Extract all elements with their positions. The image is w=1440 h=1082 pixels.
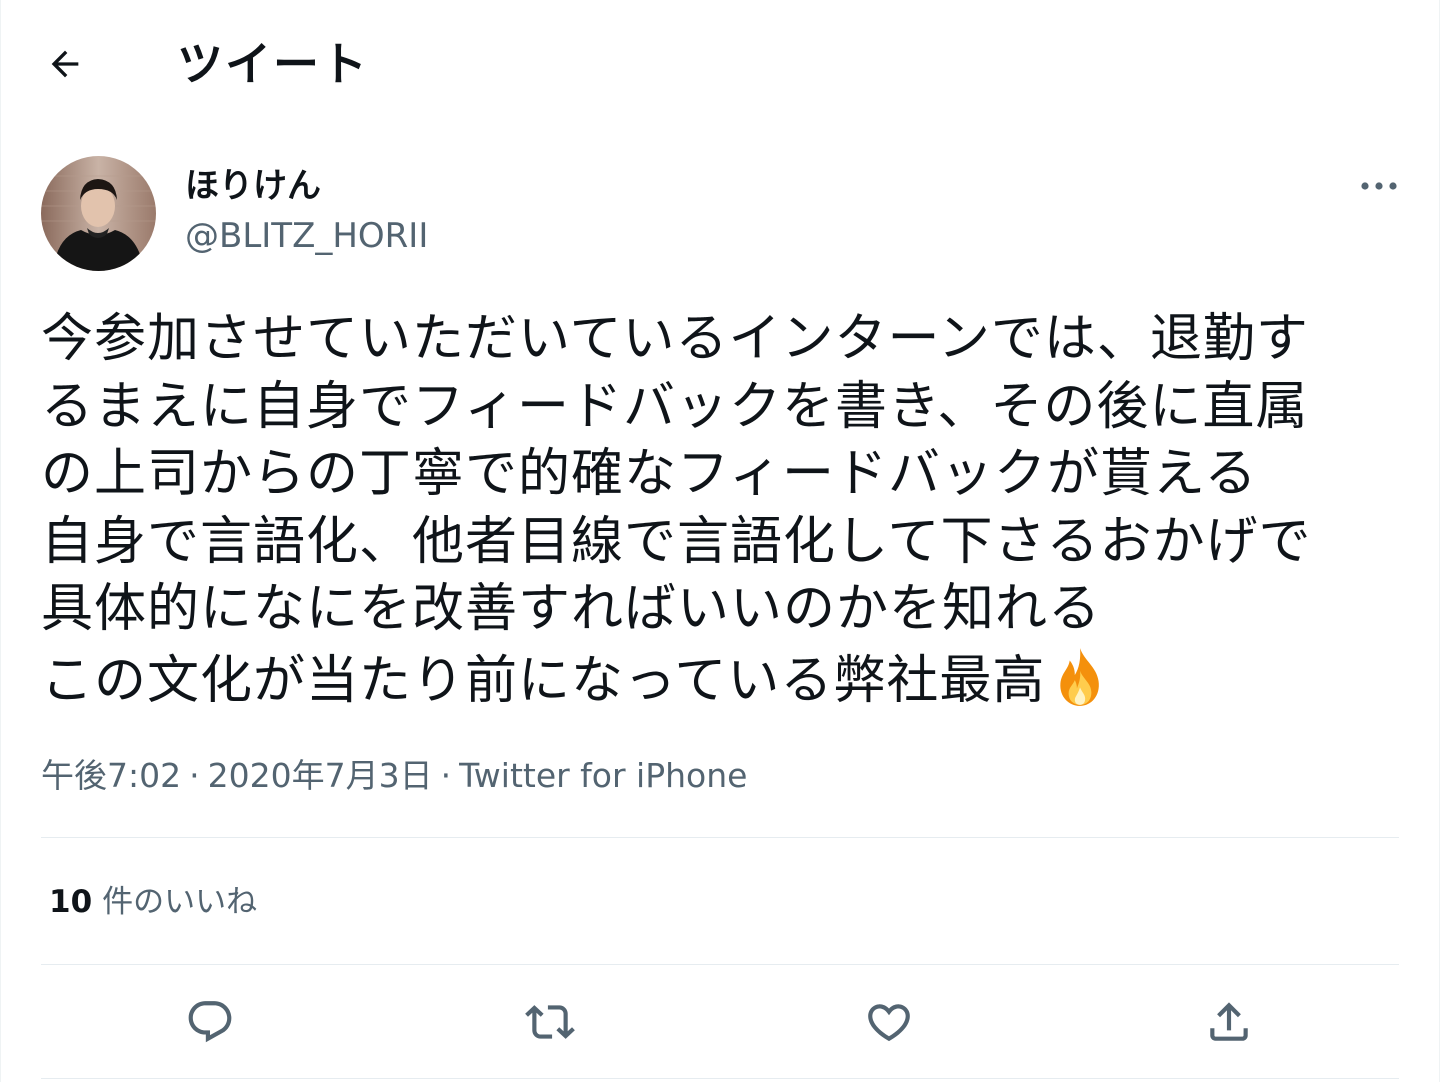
divider: [41, 837, 1399, 838]
like-button[interactable]: [857, 990, 921, 1054]
tweet-line: 今参加させていただいているインターンでは、退勤す: [41, 309, 1309, 369]
share-button[interactable]: [1197, 990, 1261, 1054]
display-name[interactable]: ほりけん: [185, 164, 321, 208]
tweet-time[interactable]: 午後7:02: [41, 756, 181, 795]
meta-separator: ·: [189, 756, 200, 795]
page-header: ツイート: [1, 0, 1440, 130]
tweet-line: の上司からの丁寧で的確なフィードバックが貰える: [41, 444, 1258, 504]
tweet-line: 自身で言語化、他者目線で言語化して下さるおかげで: [41, 511, 1312, 572]
tweet-line-text: この文化が当たり前になっている弊社最高: [41, 650, 1046, 711]
back-button[interactable]: [39, 40, 91, 88]
more-options-button[interactable]: [1357, 168, 1401, 204]
tweet-source[interactable]: Twitter for iPhone: [459, 756, 747, 795]
tweet-detail-page: ツイート ほりけん @BLITZ_HORII 今参加させていただいているインター…: [0, 0, 1440, 1082]
retweet-button[interactable]: [518, 990, 582, 1054]
more-horizontal-icon: [1361, 182, 1397, 190]
meta-separator: ·: [440, 756, 452, 795]
retweet-icon: [525, 1005, 575, 1039]
share-icon: [1210, 1002, 1248, 1041]
tweet-line: るまえに自身でフィードバックを書き、その後に直属: [41, 376, 1309, 437]
tweet-date[interactable]: 2020年7月3日: [208, 756, 433, 795]
tweet-line: 具体的になにを改善すればいいのかを知れる: [41, 579, 1102, 639]
avatar-photo-icon: [41, 156, 156, 271]
reply-icon: [188, 1001, 232, 1043]
user-handle[interactable]: @BLITZ_HORII: [185, 214, 428, 258]
fire-emoji-icon: [1060, 647, 1100, 706]
divider: [41, 964, 1399, 965]
divider: [41, 1078, 1399, 1079]
avatar[interactable]: [41, 156, 156, 271]
page-title: ツイート: [177, 37, 369, 91]
tweet-text: 今参加させていただいているインターンでは、退勤す るまえに自身でフィードバックを…: [41, 306, 1411, 715]
likes-label: 件のいいね: [102, 884, 258, 920]
arrow-left-icon: [51, 50, 79, 78]
tweet-author: ほりけん @BLITZ_HORII: [41, 156, 1401, 272]
tweet-line-last: この文化が当たり前になっている弊社最高: [41, 644, 1411, 716]
likes-link[interactable]: 10 件のいいね: [49, 880, 257, 924]
action-bar: [1, 990, 1440, 1056]
reply-button[interactable]: [178, 990, 242, 1054]
tweet-meta: 午後7:02 · 2020年7月3日 · Twitter for iPhone: [41, 754, 747, 798]
heart-icon: [868, 1004, 910, 1042]
likes-count: 10: [49, 884, 93, 920]
